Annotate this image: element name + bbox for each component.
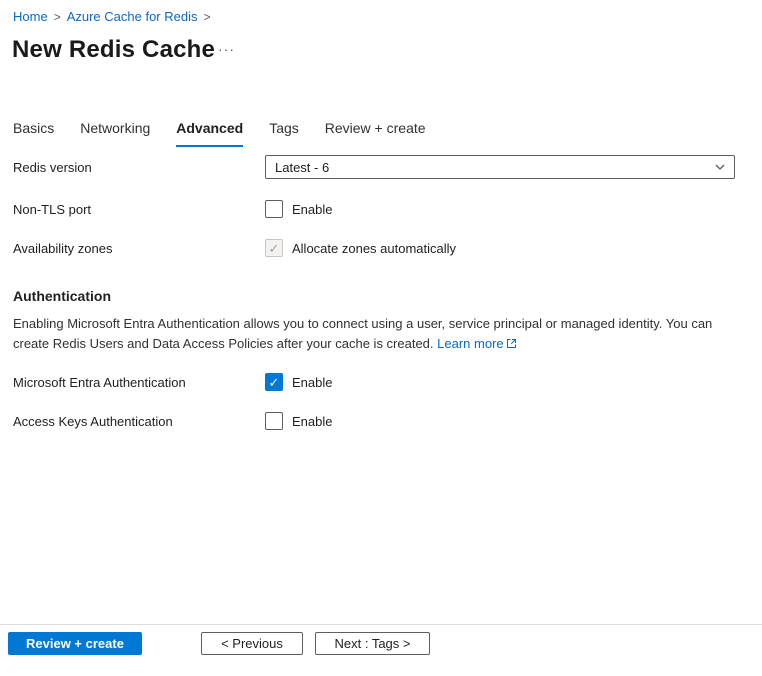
more-options-icon[interactable]: ··· [218, 41, 235, 57]
non-tls-port-row: Non-TLS port Enable [13, 200, 749, 218]
non-tls-port-checkbox[interactable] [265, 200, 283, 218]
authentication-description: Enabling Microsoft Entra Authentication … [13, 314, 731, 354]
non-tls-port-label: Non-TLS port [13, 202, 265, 217]
learn-more-link[interactable]: Learn more [437, 336, 516, 351]
breadcrumb: Home > Azure Cache for Redis > [13, 9, 217, 24]
wizard-tabs: Basics Networking Advanced Tags Review +… [13, 120, 426, 147]
access-keys-authentication-checkbox[interactable] [265, 412, 283, 430]
footer-divider [0, 624, 762, 625]
tab-tags[interactable]: Tags [269, 120, 299, 147]
breadcrumb-azure-cache-for-redis-link[interactable]: Azure Cache for Redis [67, 9, 198, 24]
availability-zones-row: Availability zones Allocate zones automa… [13, 239, 749, 257]
authentication-section-heading: Authentication [13, 288, 111, 304]
breadcrumb-separator-icon: > [54, 10, 61, 24]
microsoft-entra-authentication-checkbox[interactable] [265, 373, 283, 391]
availability-zones-label: Availability zones [13, 241, 265, 256]
breadcrumb-home-link[interactable]: Home [13, 9, 48, 24]
authentication-description-text: Enabling Microsoft Entra Authentication … [13, 316, 712, 351]
chevron-down-icon [715, 164, 725, 170]
redis-version-value: Latest - 6 [275, 160, 329, 175]
access-keys-authentication-row: Access Keys Authentication Enable [13, 412, 749, 430]
redis-version-select[interactable]: Latest - 6 [265, 155, 735, 179]
previous-button[interactable]: < Previous [201, 632, 303, 655]
access-keys-authentication-checkbox-label: Enable [292, 414, 332, 429]
access-keys-authentication-label: Access Keys Authentication [13, 414, 265, 429]
review-create-button[interactable]: Review + create [8, 632, 142, 655]
availability-zones-checkbox [265, 239, 283, 257]
page-title: New Redis Cache [12, 36, 215, 64]
availability-zones-checkbox-label: Allocate zones automatically [292, 241, 456, 256]
new-redis-cache-page: Home > Azure Cache for Redis > New Redis… [0, 0, 762, 676]
external-link-icon [506, 338, 517, 349]
redis-version-label: Redis version [13, 160, 265, 175]
microsoft-entra-authentication-checkbox-label: Enable [292, 375, 332, 390]
redis-version-row: Redis version Latest - 6 [13, 155, 749, 179]
breadcrumb-separator-icon: > [203, 10, 210, 24]
microsoft-entra-authentication-label: Microsoft Entra Authentication [13, 375, 265, 390]
tab-advanced[interactable]: Advanced [176, 120, 243, 147]
next-tags-button[interactable]: Next : Tags > [315, 632, 430, 655]
tab-networking[interactable]: Networking [80, 120, 150, 147]
non-tls-port-checkbox-label: Enable [292, 202, 332, 217]
tab-basics[interactable]: Basics [13, 120, 54, 147]
tab-review-create[interactable]: Review + create [325, 120, 426, 147]
microsoft-entra-authentication-row: Microsoft Entra Authentication Enable [13, 373, 749, 391]
